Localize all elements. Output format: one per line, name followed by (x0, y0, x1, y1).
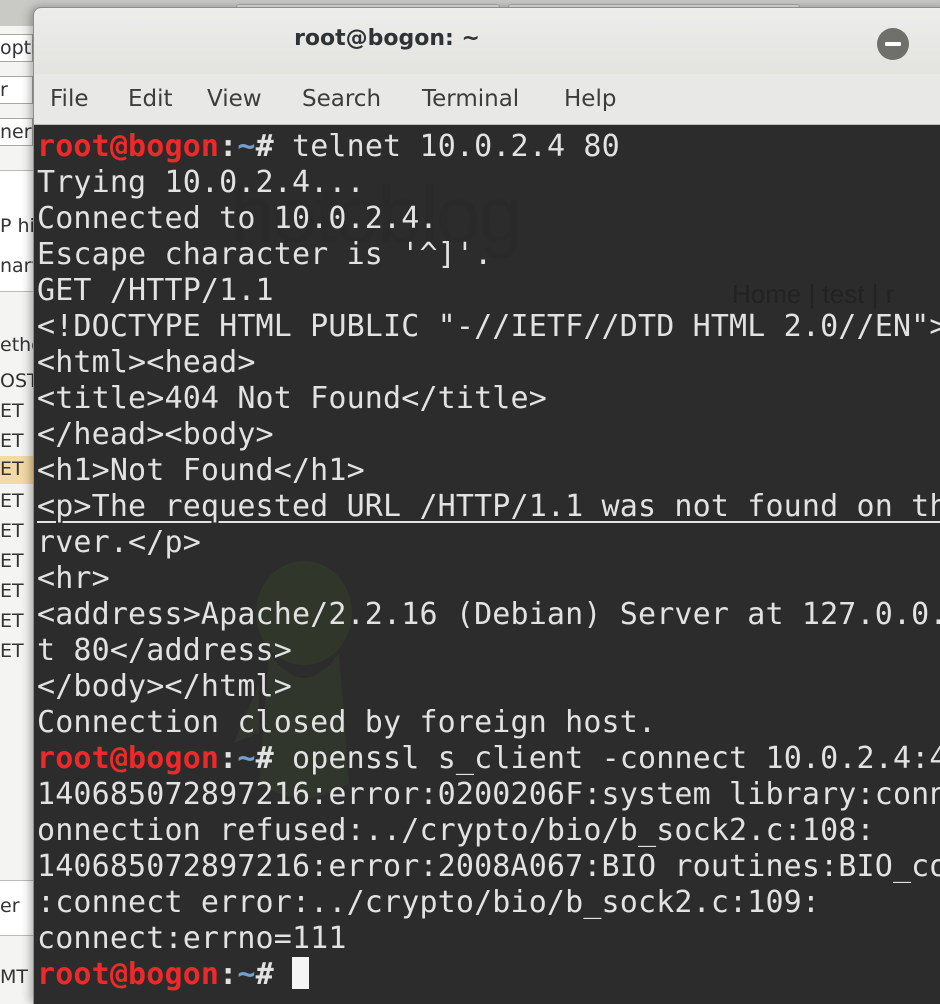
output-line: 140685072897216:error:2008A067:BIO routi… (37, 849, 940, 885)
output-text: Escape character is '^]'. (37, 237, 493, 272)
prompt-path: ~ (237, 129, 256, 164)
prompt-separator: : (219, 129, 238, 164)
output-text: <!DOCTYPE HTML PUBLIC "-//IETF//DTD HTML… (37, 309, 940, 344)
terminal-content[interactable]: hotoblog Home | test | r root@bogon:~# t… (34, 125, 940, 1004)
menu-terminal[interactable]: Terminal (422, 82, 519, 116)
menu-search[interactable]: Search (302, 82, 381, 116)
window-title: root@bogon: ~ (294, 26, 480, 51)
output-line: <h1>Not Found</h1> (37, 453, 940, 489)
output-text: onnection refused:../crypto/bio/b_sock2.… (37, 813, 875, 848)
background-label: opti (0, 37, 37, 59)
output-line: connect:errno=111 (37, 921, 940, 957)
background-label: r (0, 79, 8, 101)
background-option-field[interactable]: opti (0, 34, 37, 62)
background-panel: P history nary (0, 170, 83, 292)
output-text: <html><head> (37, 345, 256, 380)
background-label: MT (0, 966, 28, 988)
prompt-user-host: root@bogon (37, 129, 220, 164)
background-field[interactable]: r (0, 76, 33, 104)
output-line: Trying 10.0.2.4... (37, 165, 940, 201)
output-text: <hr> (37, 561, 110, 596)
output-text: Connection closed by foreign host. (37, 705, 657, 740)
prompt-line: root@bogon:~# telnet 10.0.2.4 80 (37, 129, 940, 165)
minus-circle-icon (885, 42, 901, 46)
menu-bar: File Edit View Search Terminal Help (34, 74, 940, 125)
background-row[interactable]: ET (0, 400, 24, 422)
output-text: <p>The requested URL /HTTP/1.1 was not f… (37, 489, 940, 524)
background-row[interactable]: OST (0, 370, 39, 392)
prompt-line: root@bogon:~# (37, 957, 940, 993)
prompt-line: root@bogon:~# openssl s_client -connect … (37, 741, 940, 777)
output-text: <address>Apache/2.2.16 (Debian) Server a… (37, 597, 940, 632)
output-line: <!DOCTYPE HTML PUBLIC "-//IETF//DTD HTML… (37, 309, 940, 345)
menu-view[interactable]: View (207, 82, 262, 116)
output-line: :connect error:../crypto/bio/b_sock2.c:1… (37, 885, 940, 921)
command-text: openssl s_client -connect 10.0.2.4:44 (292, 741, 940, 776)
background-row[interactable]: ET (0, 580, 24, 602)
menu-help[interactable]: Help (564, 82, 616, 116)
background-row[interactable]: ET (0, 430, 24, 452)
output-line: rver.</p> (37, 525, 940, 561)
background-row[interactable]: ET (0, 550, 24, 572)
output-line: <title>404 Not Found</title> (37, 381, 940, 417)
output-line: </body></html> (37, 669, 940, 705)
menu-edit[interactable]: Edit (128, 82, 173, 116)
background-label: er (0, 895, 20, 917)
prompt-separator: : (219, 741, 238, 776)
terminal-output: root@bogon:~# telnet 10.0.2.4 80 Trying 1… (37, 129, 940, 993)
output-text: GET /HTTP/1.1 (37, 273, 274, 308)
output-line: GET /HTTP/1.1 (37, 273, 940, 309)
text-cursor[interactable] (292, 957, 309, 989)
output-line: <address>Apache/2.2.16 (Debian) Server a… (37, 597, 940, 633)
background-row[interactable]: ET (0, 490, 24, 512)
prompt-user-host: root@bogon (37, 957, 220, 992)
output-text: rver.</p> (37, 525, 201, 560)
output-line: Connection closed by foreign host. (37, 705, 940, 741)
command-text: telnet 10.0.2.4 80 (292, 129, 620, 164)
background-label: ner (0, 121, 32, 143)
output-text: <h1>Not Found</h1> (37, 453, 365, 488)
output-text: Connected to 10.0.2.4. (37, 201, 438, 236)
output-text: </body></html> (37, 669, 292, 704)
output-text: t 80</address> (37, 633, 292, 668)
prompt-separator: : (219, 957, 238, 992)
output-text: 140685072897216:error:2008A067:BIO routi… (37, 849, 940, 884)
output-line: t 80</address> (37, 633, 940, 669)
background-row-selected[interactable]: ET (0, 456, 34, 484)
prompt-symbol: # (255, 741, 292, 776)
close-button[interactable] (877, 28, 909, 60)
menu-file[interactable]: File (50, 82, 89, 116)
background-field[interactable]: ner (0, 118, 33, 146)
output-text: :connect error:../crypto/bio/b_sock2.c:1… (37, 885, 821, 920)
prompt-path: ~ (237, 957, 256, 992)
output-line: 140685072897216:error:0200206F:system li… (37, 777, 940, 813)
output-line: onnection refused:../crypto/bio/b_sock2.… (37, 813, 940, 849)
prompt-user-host: root@bogon (37, 741, 220, 776)
output-text: </head><body> (37, 417, 274, 452)
output-line: Escape character is '^]'. (37, 237, 940, 273)
output-line: Connected to 10.0.2.4. (37, 201, 940, 237)
output-line: <p>The requested URL /HTTP/1.1 was not f… (37, 489, 940, 525)
output-text: connect:errno=111 (37, 921, 347, 956)
prompt-path: ~ (237, 741, 256, 776)
output-line: <hr> (37, 561, 940, 597)
title-bar[interactable]: root@bogon: ~ (34, 8, 940, 74)
prompt-symbol: # (255, 129, 292, 164)
output-text: Trying 10.0.2.4... (37, 165, 365, 200)
output-text: 140685072897216:error:0200206F:system li… (37, 777, 940, 812)
prompt-symbol: # (255, 957, 292, 992)
output-text: <title>404 Not Found</title> (37, 381, 547, 416)
terminal-window: root@bogon: ~ File Edit View Search Term… (34, 8, 940, 1004)
background-label: ET (0, 458, 24, 480)
background-row[interactable]: ET (0, 610, 24, 632)
output-line: </head><body> (37, 417, 940, 453)
background-field[interactable]: er (0, 880, 34, 936)
background-row[interactable]: ET (0, 640, 24, 662)
output-line: <html><head> (37, 345, 940, 381)
background-row[interactable]: ET (0, 520, 24, 542)
